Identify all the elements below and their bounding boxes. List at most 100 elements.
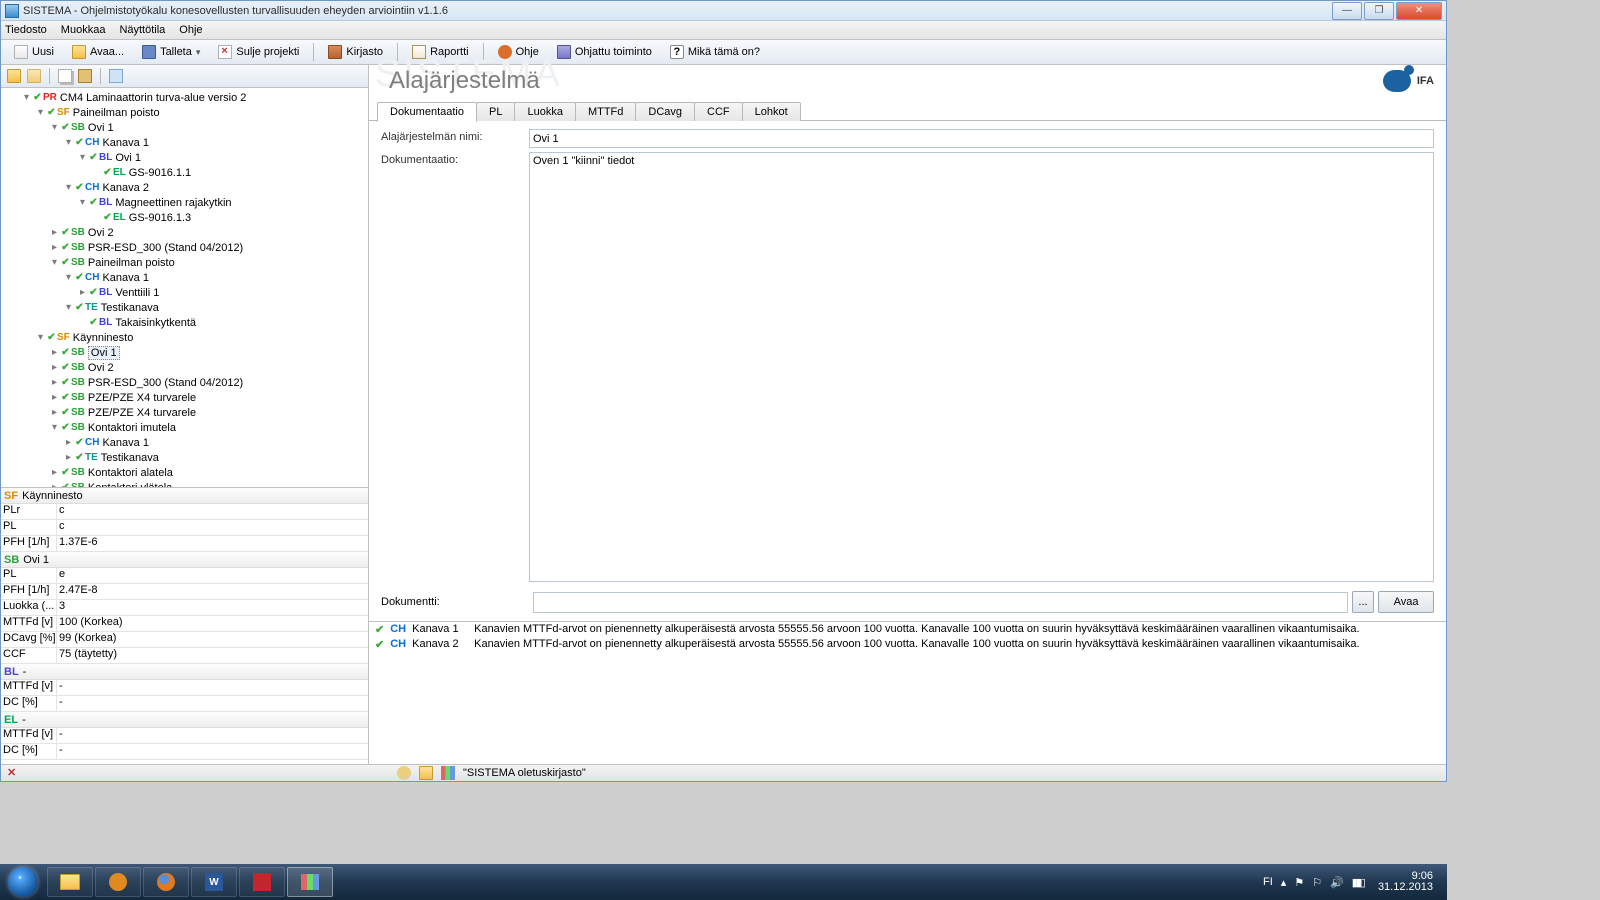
expand-icon[interactable]: ▾ [63,302,74,313]
copy-icon[interactable] [58,69,72,83]
expand-icon[interactable]: ▸ [49,242,60,253]
expand-icon[interactable]: ▾ [49,422,60,433]
project-tree[interactable]: ▾✔PRCM4 Laminaattorin turva-alue versio … [1,88,368,488]
tree-node-sb[interactable]: ▸✔SBOvi 2 [1,360,368,375]
document-path-input[interactable] [533,592,1348,613]
taskbar-word[interactable]: W [191,867,237,897]
paste-icon[interactable] [78,69,92,83]
expand-icon[interactable]: ▾ [63,182,74,193]
expand-icon[interactable]: ▾ [35,332,46,343]
taskbar-sistema[interactable] [287,867,333,897]
tree-node-sb[interactable]: ▾✔SBKontaktori imutela [1,420,368,435]
expand-icon[interactable]: ▸ [49,227,60,238]
expand-icon[interactable]: ▸ [49,482,60,488]
tab-ccf[interactable]: CCF [694,102,743,121]
expand-icon[interactable]: ▾ [35,107,46,118]
tab-dokumentaatio[interactable]: Dokumentaatio [377,102,477,122]
tray-flag-icon[interactable]: ⚑ [1294,876,1304,889]
message-row[interactable]: ✔CHKanava 2Kanavien MTTFd-arvot on piene… [369,637,1446,652]
message-panel[interactable]: ✔CHKanava 1Kanavien MTTFd-arvot on piene… [369,621,1446,719]
menu-file[interactable]: Tiedosto [5,24,47,36]
tree-node-ch[interactable]: ▸✔CHKanava 1 [1,435,368,450]
expand-icon[interactable]: ▾ [77,197,88,208]
tab-luokka[interactable]: Luokka [514,102,575,121]
close-project-button[interactable]: ×Sulje projekti [211,42,306,62]
expand-icon[interactable]: ▾ [49,257,60,268]
status-x-icon[interactable]: ✕ [7,766,21,780]
tree-node-sf[interactable]: ▾✔SFPaineilman poisto [1,105,368,120]
new-button[interactable]: Uusi [7,42,61,62]
expand-icon[interactable]: ▾ [77,152,88,163]
tree-node-bl[interactable]: ▾✔BLMagneettinen rajakytkin [1,195,368,210]
browse-button[interactable]: ... [1352,591,1374,613]
tray-network-icon[interactable]: ▮▮▯ [1352,876,1364,889]
folder-icon[interactable] [7,69,21,83]
tree-node-sb[interactable]: ▾✔SBOvi 1 [1,120,368,135]
taskbar[interactable]: W FI ▴ ⚑ ⚐ 🔊 ▮▮▯ 9:06 31.12.2013 [0,864,1447,900]
expand-icon[interactable]: ▸ [49,467,60,478]
expand-icon[interactable]: ▸ [49,362,60,373]
tree-node-te[interactable]: ▾✔TETestikanava [1,300,368,315]
start-button[interactable] [0,864,46,900]
tree-node-bl[interactable]: ▾✔BLOvi 1 [1,150,368,165]
close-button[interactable]: ✕ [1396,2,1442,20]
tree-node-sb[interactable]: ▸✔SBPZE/PZE X4 turvarele [1,405,368,420]
tree-node-sb[interactable]: ▸✔SBPSR-ESD_300 (Stand 04/2012) [1,375,368,390]
tree-node-bl[interactable]: ▸✔BLVenttiili 1 [1,285,368,300]
maximize-button[interactable]: ❐ [1364,2,1394,20]
menu-view[interactable]: Näyttötila [119,24,165,36]
wizard-button[interactable]: Ohjattu toiminto [550,42,659,62]
tab-mttfd[interactable]: MTTFd [575,102,636,121]
tab-lohkot[interactable]: Lohkot [742,102,801,121]
expand-icon[interactable]: ▾ [63,137,74,148]
expand-icon[interactable]: ▸ [49,377,60,388]
expand-icon[interactable]: ▸ [77,287,88,298]
expand-icon[interactable]: ▾ [21,92,32,103]
menu-edit[interactable]: Muokkaa [61,24,106,36]
tree-node-sb[interactable]: ▾✔SBPaineilman poisto [1,255,368,270]
subsystem-name-input[interactable] [529,129,1434,148]
tree-node-sb[interactable]: ▸✔SBOvi 1 [1,345,368,360]
minimize-button[interactable]: — [1332,2,1362,20]
tray-chevron-icon[interactable]: ▴ [1281,876,1287,889]
open-button[interactable]: Avaa... [65,42,131,62]
whats-this-button[interactable]: ?Mikä tämä on? [663,42,767,62]
tab-dcavg[interactable]: DCavg [635,102,695,121]
taskbar-pdf[interactable] [239,867,285,897]
tree-node-ch[interactable]: ▾✔CHKanava 1 [1,270,368,285]
tree-node-ch[interactable]: ▾✔CHKanava 2 [1,180,368,195]
folder-icon[interactable] [27,69,41,83]
system-tray[interactable]: FI ▴ ⚑ ⚐ 🔊 ▮▮▯ 9:06 31.12.2013 [1255,871,1447,893]
tree-node-sb[interactable]: ▸✔SBPSR-ESD_300 (Stand 04/2012) [1,240,368,255]
tree-node-pr[interactable]: ▾✔PRCM4 Laminaattorin turva-alue versio … [1,90,368,105]
tray-volume-icon[interactable]: 🔊 [1330,876,1344,889]
tree-node-sb[interactable]: ▸✔SBPZE/PZE X4 turvarele [1,390,368,405]
message-row[interactable]: ✔CHKanava 1Kanavien MTTFd-arvot on piene… [369,622,1446,637]
open-document-button[interactable]: Avaa [1378,591,1434,613]
expand-icon[interactable]: ▸ [63,437,74,448]
expand-icon[interactable]: ▾ [49,122,60,133]
tree-node-el[interactable]: ✔ELGS-9016.1.1 [1,165,368,180]
menu-help[interactable]: Ohje [179,24,202,36]
tree-node-sf[interactable]: ▾✔SFKäynninesto [1,330,368,345]
tree-node-ch[interactable]: ▾✔CHKanava 1 [1,135,368,150]
tray-clock[interactable]: 9:06 31.12.2013 [1372,871,1439,893]
expand-icon[interactable]: ▸ [49,407,60,418]
tray-action-center-icon[interactable]: ⚐ [1312,876,1322,889]
expand-icon[interactable]: ▾ [63,272,74,283]
titlebar[interactable]: SISTEMA - Ohjelmistotyökalu konesovellus… [1,1,1446,21]
tree-node-sb[interactable]: ▸✔SBKontaktori ylätela [1,480,368,488]
taskbar-mediaplayer[interactable] [95,867,141,897]
tray-language[interactable]: FI [1263,876,1273,888]
save-button[interactable]: Talleta [135,42,207,62]
taskbar-explorer[interactable] [47,867,93,897]
taskbar-firefox[interactable] [143,867,189,897]
tree-node-el[interactable]: ✔ELGS-9016.1.3 [1,210,368,225]
expand-icon[interactable]: ▸ [49,347,60,358]
tab-pl[interactable]: PL [476,102,515,121]
tree-node-te[interactable]: ▸✔TETestikanava [1,450,368,465]
tree-node-bl[interactable]: ✔BLTakaisinkytkentä [1,315,368,330]
expand-icon[interactable]: ▸ [63,452,74,463]
page-icon[interactable] [109,69,123,83]
tree-node-sb[interactable]: ▸✔SBKontaktori alatela [1,465,368,480]
